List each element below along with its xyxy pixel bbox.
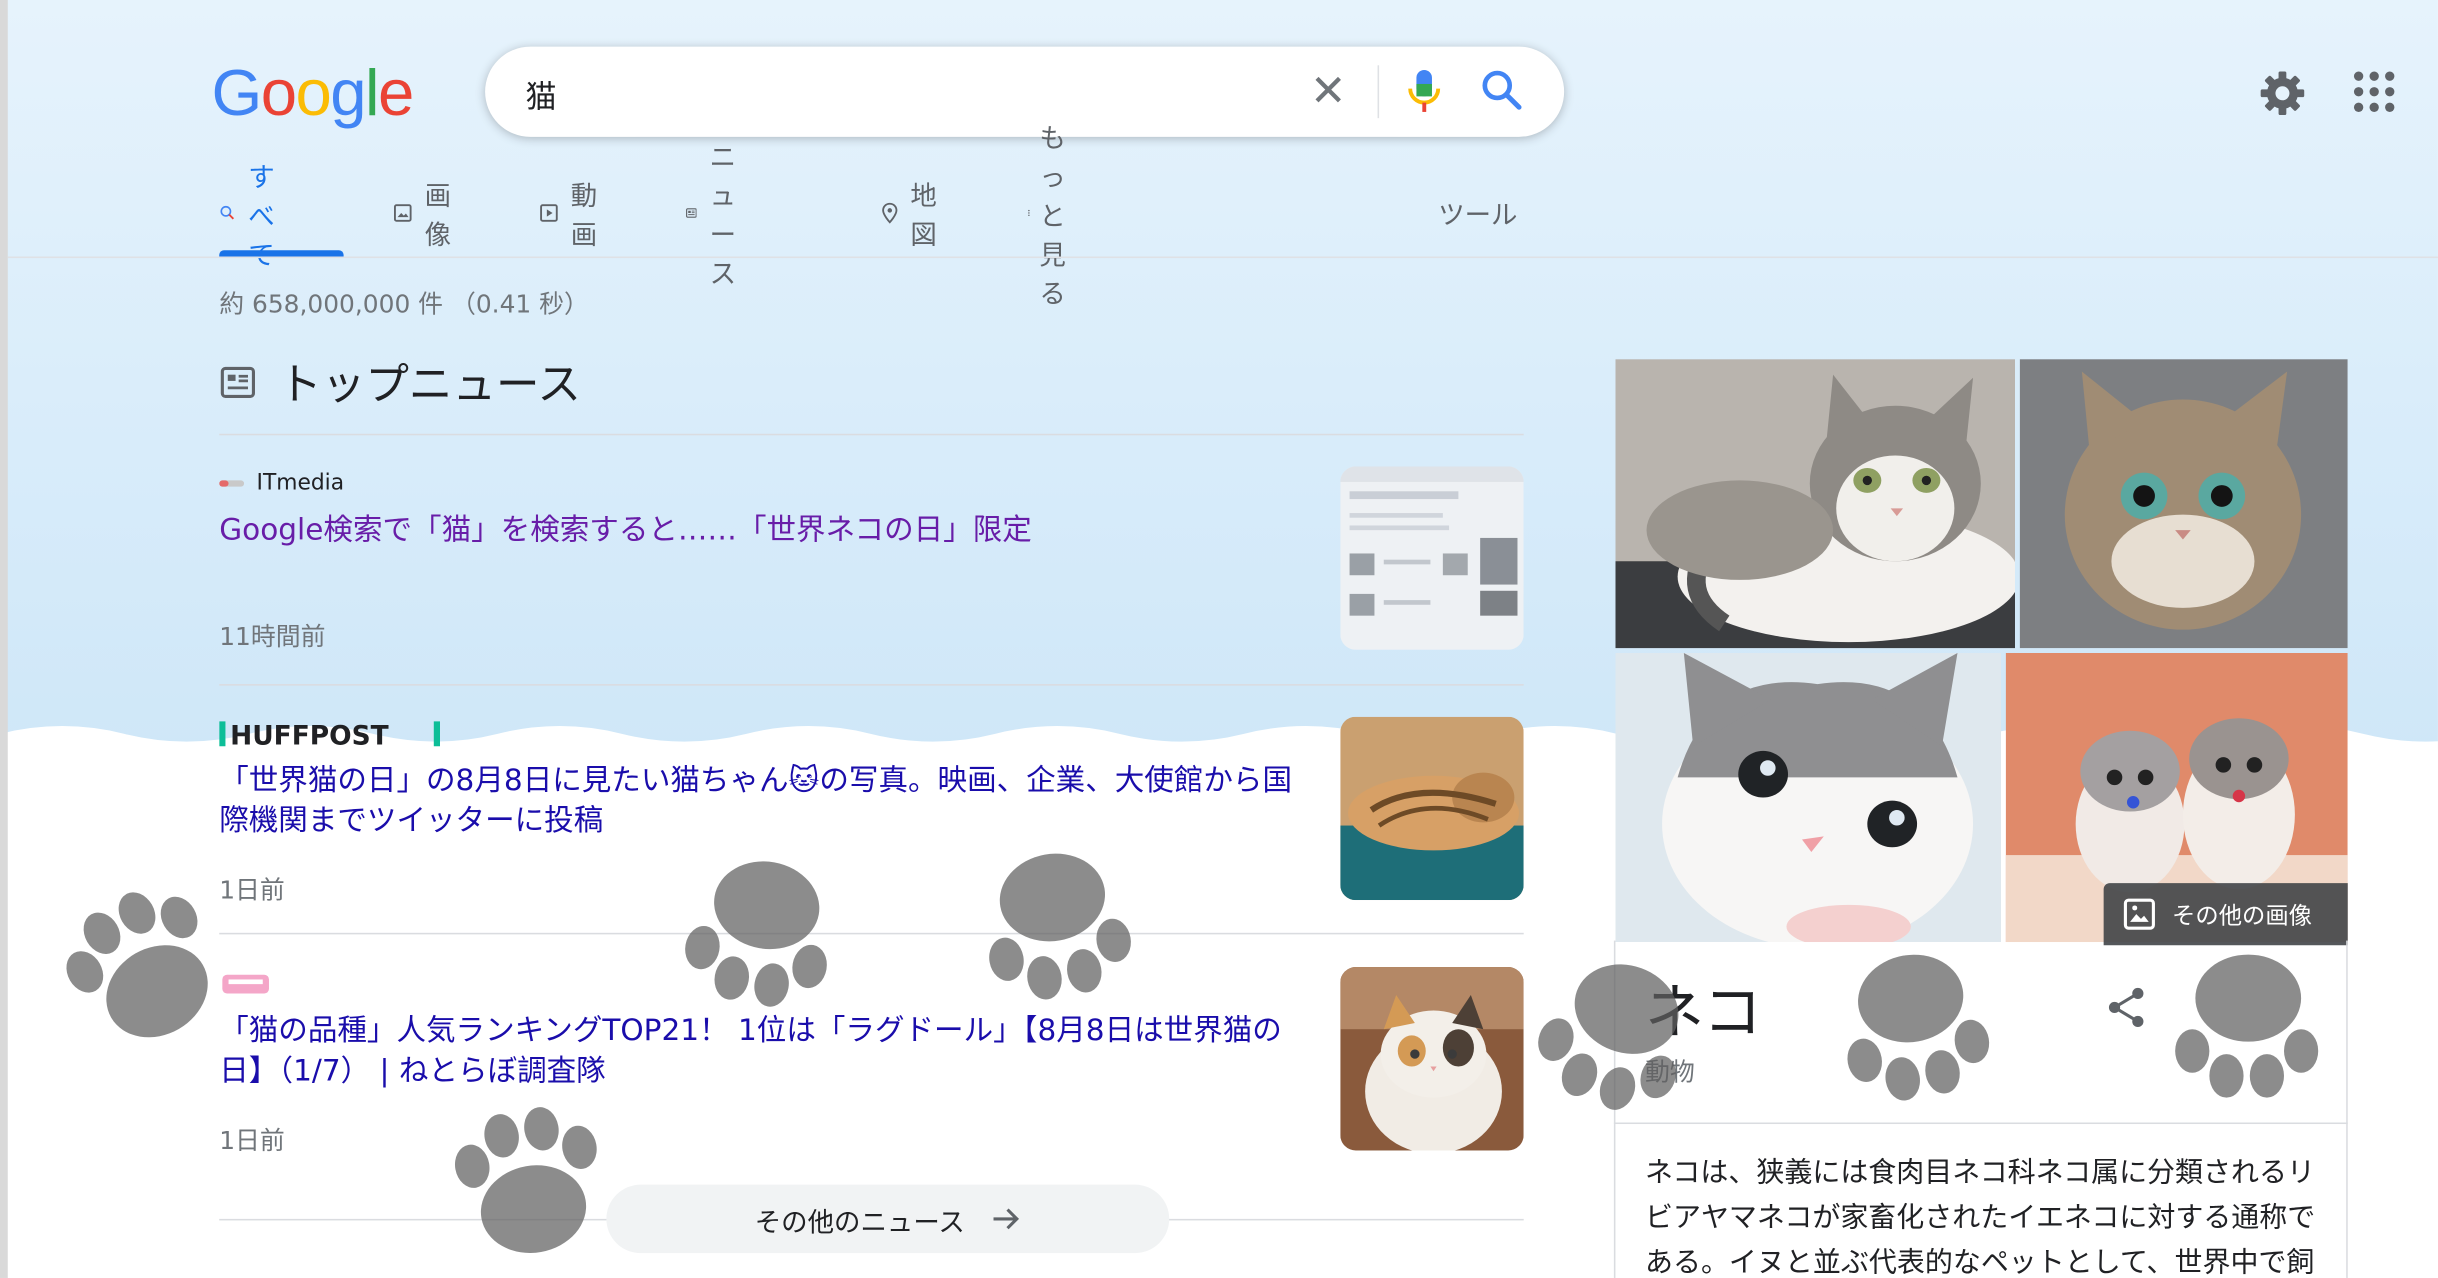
tools-button[interactable]: ツール bbox=[1438, 193, 1517, 232]
panel-border bbox=[1613, 940, 1616, 1278]
logo-letter: G bbox=[211, 55, 262, 130]
logo-letter: o bbox=[295, 55, 331, 130]
news-divider bbox=[219, 684, 1524, 686]
map-pin-icon bbox=[882, 202, 898, 224]
window-edge bbox=[0, 0, 8, 1278]
clear-icon[interactable]: ✕ bbox=[1310, 69, 1346, 114]
share-icon[interactable] bbox=[2105, 986, 2149, 1036]
entity-description: ネコは、狭義には食肉目ネコ科ネコ属に分類されるリビアヤマネコが家畜化されたイエネ… bbox=[1644, 1156, 2316, 1278]
more-vert-icon bbox=[1028, 209, 1030, 217]
tab-images[interactable]: 画像 bbox=[393, 182, 460, 252]
news-source bbox=[219, 967, 1523, 1001]
cat-image[interactable] bbox=[1615, 652, 2002, 943]
news-source: ITmedia bbox=[219, 466, 1523, 500]
tab-maps[interactable]: 地図 bbox=[882, 182, 946, 252]
news-card[interactable]: HUFFPOST 「世界猫の日」の8月8日に見たい猫ちゃん🐱の写真。映画、企業、… bbox=[219, 716, 1524, 905]
tab-label: 地図 bbox=[910, 181, 937, 252]
news-source-name: ITmedia bbox=[256, 471, 345, 496]
news-headline-link[interactable]: 「猫の品種」人気ランキングTOP21！ 1位は「ラグドール」【8月8日は世界猫の… bbox=[219, 1011, 1292, 1092]
logo-letter: l bbox=[364, 55, 380, 130]
page: Google 猫 ✕ すべ 画像 動画 ニュース 地図 もっと見る ツール 約 … bbox=[0, 0, 2438, 1278]
news-thumbnail[interactable] bbox=[1340, 466, 1524, 650]
search-icon[interactable] bbox=[1480, 68, 1524, 118]
cat-image[interactable] bbox=[1615, 359, 2016, 649]
huffpost-logo: HUFFPOST bbox=[219, 721, 441, 750]
logo-letter: g bbox=[330, 55, 366, 130]
news-divider bbox=[219, 433, 1524, 436]
top-news-title: トップニュース bbox=[278, 359, 581, 411]
news-divider bbox=[219, 932, 1524, 935]
news-thumbnail[interactable] bbox=[1340, 716, 1524, 901]
more-news-button[interactable]: その他のニュース bbox=[606, 1184, 1170, 1254]
panel-divider bbox=[1613, 1122, 2348, 1125]
news-headline-link[interactable]: Google検索で「猫」を検索すると……「世界ネコの日」限定 bbox=[219, 510, 1292, 550]
entity-title: ネコ bbox=[1644, 977, 1762, 1047]
result-stats: 約 658,000,000 件 （0.41 秒） bbox=[219, 289, 589, 319]
huffpost-logo-text: HUFFPOST bbox=[230, 721, 389, 750]
entity-subtitle: 動物 bbox=[1644, 1057, 1695, 1087]
arrow-right-icon bbox=[992, 1208, 1019, 1230]
news-age: 11時間前 bbox=[219, 621, 326, 652]
more-images-button[interactable]: その他の画像 bbox=[2103, 883, 2348, 946]
news-age: 1日前 bbox=[219, 1125, 285, 1156]
search-input[interactable]: 猫 bbox=[526, 72, 557, 117]
news-source: HUFFPOST bbox=[219, 717, 1523, 751]
itmedia-favicon bbox=[219, 480, 245, 487]
tab-news[interactable]: ニュース bbox=[686, 143, 753, 291]
tab-more[interactable]: もっと見る bbox=[1028, 124, 1073, 310]
tab-label: もっと見る bbox=[1039, 123, 1066, 311]
logo-letter: o bbox=[260, 55, 297, 130]
news-card[interactable]: 「猫の品種」人気ランキングTOP21！ 1位は「ラグドール」【8月8日は世界猫の… bbox=[219, 967, 1524, 1156]
tab-label: ニュース bbox=[709, 143, 737, 291]
image-icon bbox=[393, 204, 412, 222]
microphone-icon[interactable] bbox=[1406, 68, 1443, 121]
logo-letter: e bbox=[377, 55, 414, 130]
settings-gear-icon[interactable] bbox=[2258, 68, 2308, 124]
top-news-heading: トップニュース bbox=[219, 351, 581, 413]
image-icon bbox=[2123, 898, 2155, 930]
tab-all[interactable]: すべて bbox=[219, 162, 289, 271]
search-icon bbox=[220, 205, 235, 220]
news-icon bbox=[220, 366, 255, 399]
video-icon bbox=[540, 204, 558, 222]
google-logo[interactable]: Google bbox=[211, 55, 414, 131]
more-news-label: その他のニュース bbox=[754, 1207, 965, 1239]
cat-image[interactable] bbox=[2019, 359, 2348, 649]
tab-videos[interactable]: 動画 bbox=[540, 182, 607, 252]
header-divider bbox=[7, 256, 2438, 259]
panel-border bbox=[2346, 940, 2348, 1278]
news-card[interactable]: ITmedia Google検索で「猫」を検索すると……「世界ネコの日」限定 1… bbox=[219, 466, 1524, 653]
news-headline-link[interactable]: 「世界猫の日」の8月8日に見たい猫ちゃん🐱の写真。映画、企業、大使館から国際機関… bbox=[219, 760, 1292, 841]
tab-label: 動画 bbox=[570, 181, 598, 252]
more-images-label: その他の画像 bbox=[2172, 900, 2313, 929]
news-icon bbox=[686, 208, 697, 218]
news-thumbnail[interactable] bbox=[1340, 967, 1524, 1151]
apps-grid-icon[interactable] bbox=[2351, 68, 2398, 121]
nelabo-logo-icon bbox=[222, 974, 269, 994]
search-divider bbox=[1377, 65, 1380, 119]
news-age: 1日前 bbox=[219, 875, 285, 905]
search-box[interactable]: 猫 ✕ bbox=[485, 46, 1565, 137]
tab-label: 画像 bbox=[424, 181, 452, 252]
